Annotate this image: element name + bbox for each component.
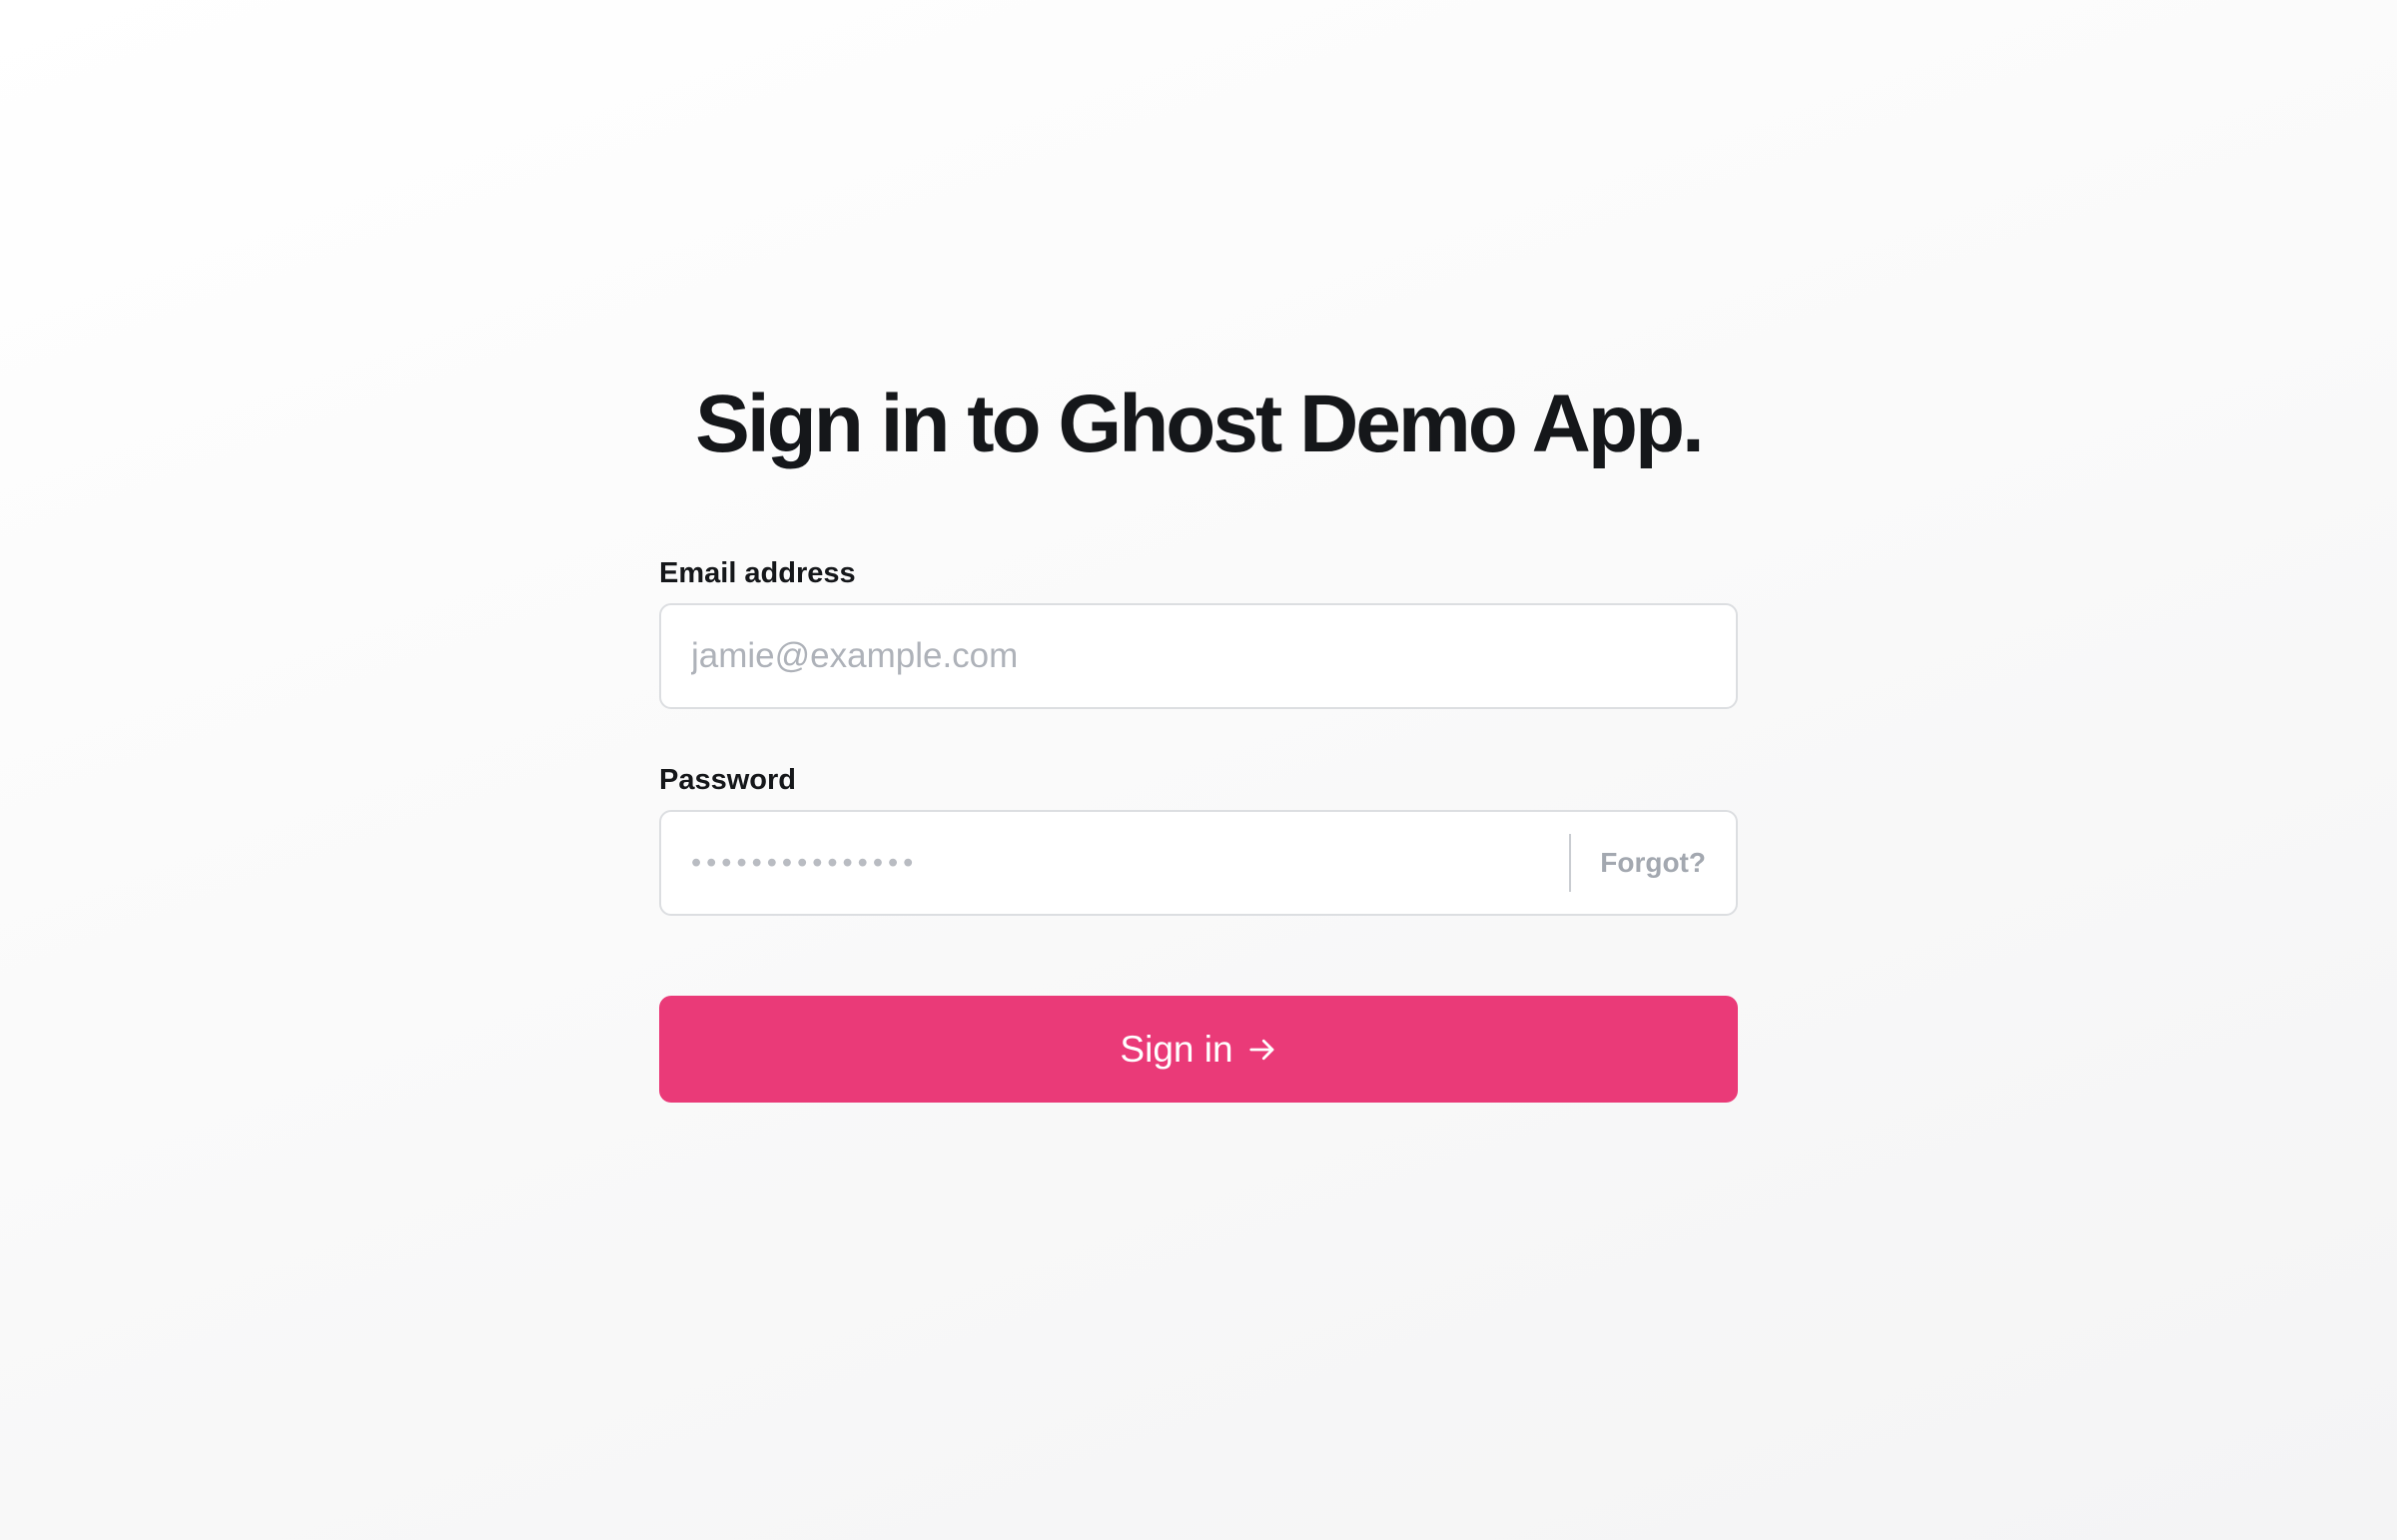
signin-form: Sign in to Ghost Demo App. Email address… (659, 370, 1738, 1103)
forgot-password-button[interactable]: Forgot? (1600, 812, 1706, 914)
email-field[interactable] (691, 605, 1690, 707)
password-field-box[interactable]: Forgot? (659, 810, 1738, 916)
password-field[interactable] (691, 812, 1570, 914)
page-title: Sign in to Ghost Demo App. (695, 379, 1705, 469)
email-field-box[interactable] (659, 603, 1738, 709)
signin-button-label: Sign in (1120, 1028, 1233, 1070)
email-label: Email address (659, 557, 856, 589)
signin-button[interactable]: Sign in (659, 996, 1738, 1103)
arrow-right-icon (1248, 1039, 1273, 1060)
password-divider (1569, 834, 1571, 892)
password-label: Password (659, 764, 796, 796)
